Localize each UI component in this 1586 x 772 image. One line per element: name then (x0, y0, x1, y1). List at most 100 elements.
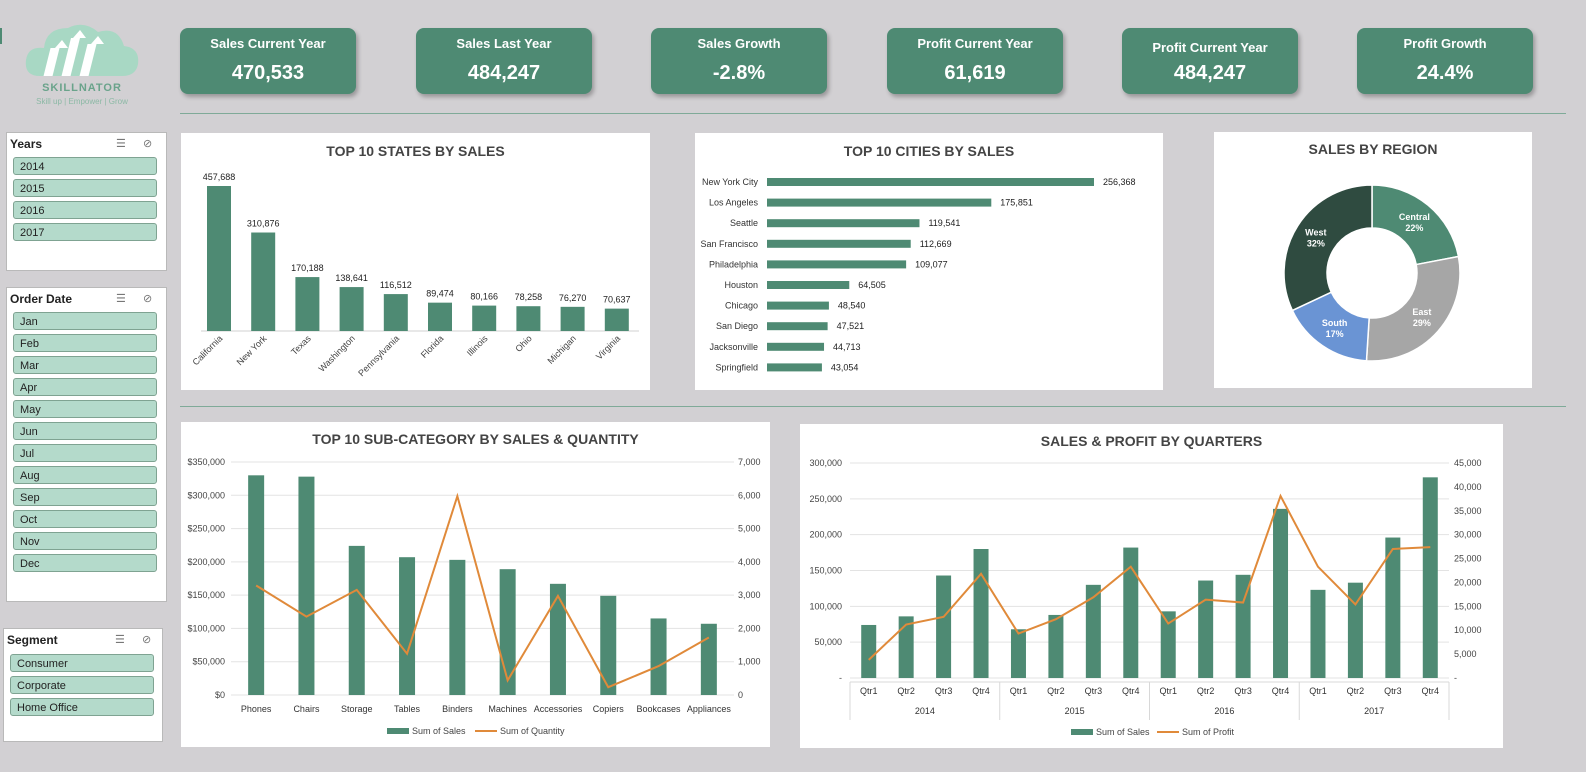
sales-bar (1048, 614, 1064, 678)
data-label: 47,521 (837, 321, 865, 331)
sales-bar (449, 559, 466, 695)
cloud-logo-icon (25, 24, 139, 76)
slicer-item-may[interactable]: May (13, 400, 157, 418)
slicer-item-nov[interactable]: Nov (13, 532, 157, 550)
slicer-item-jul[interactable]: Jul (13, 444, 157, 462)
kpi-label: Profit Current Year (1152, 40, 1268, 55)
legend-label: Sum of Quantity (500, 726, 565, 736)
x-tick-label: Qtr3 (1234, 686, 1252, 696)
x-tick-label: Tables (394, 704, 421, 714)
y-tick-label: 100,000 (809, 601, 842, 611)
logo-tagline: Skill up | Empower | Grow (36, 97, 128, 106)
slicer-title: Order Date (10, 292, 73, 306)
clear-filter-icon[interactable]: ⊘ (143, 292, 152, 305)
city-bar (767, 281, 850, 289)
tick-label: Jacksonville (709, 342, 758, 352)
divider (180, 113, 1566, 114)
slicer-item-jan[interactable]: Jan (13, 312, 157, 330)
x-tick-label: Qtr4 (972, 686, 990, 696)
x-tick-label: Bookcases (637, 704, 682, 714)
slicer-item-corporate[interactable]: Corporate (10, 676, 154, 694)
sales-bar (1310, 589, 1326, 678)
sales-bar (348, 545, 365, 695)
y2-tick-label: 3,000 (738, 590, 761, 600)
tick-label: Chicago (725, 301, 758, 311)
slicer-item-jun[interactable]: Jun (13, 422, 157, 440)
data-label: 80,166 (470, 292, 498, 302)
y-tick-label: $350,000 (187, 457, 225, 467)
sales-bar (1085, 584, 1101, 678)
city-bar (767, 260, 907, 269)
slice-name-label: Central (1399, 212, 1430, 222)
sales-bar (298, 476, 315, 695)
slicer-item-2014[interactable]: 2014 (13, 157, 157, 175)
kpi-profit-growth: Profit Growth 24.4% (1357, 28, 1533, 94)
data-label: 70,637 (603, 295, 631, 305)
group-label: 2017 (1364, 706, 1384, 716)
states-chart: 457,688 California 310,876 New York 170,188 T… (190, 172, 639, 378)
data-label: 116,512 (380, 280, 412, 290)
slicer-item-2016[interactable]: 2016 (13, 201, 157, 219)
slicer-item-dec[interactable]: Dec (13, 554, 157, 572)
y-tick-label: 300,000 (809, 458, 842, 468)
y-tick-label: $250,000 (187, 524, 225, 534)
slicer-item-home-office[interactable]: Home Office (10, 698, 154, 716)
kpi-sales-last-year: Sales Last Year 484,247 (416, 28, 592, 94)
quarters-chart: - 50,000 100,000 150,000 200,000 250,000 300,0… (809, 458, 1482, 737)
sales-bar (499, 569, 516, 695)
x-tick-label: Chairs (293, 704, 320, 714)
legend-label: Sum of Sales (1096, 727, 1150, 737)
y2-tick-label: 0 (738, 690, 743, 700)
tick-label: Los Angeles (709, 198, 759, 208)
sales-bar (1385, 537, 1401, 678)
legend-swatch-sales (1071, 729, 1093, 735)
slice-value-label: 29% (1413, 318, 1431, 328)
multi-select-icon[interactable]: ☰ (115, 633, 125, 646)
x-tick-label: Qtr1 (1010, 686, 1028, 696)
tick-label: Pennsylvania (356, 333, 401, 378)
y-tick-label: - (839, 673, 842, 683)
slicer-item-sep[interactable]: Sep (13, 488, 157, 506)
city-bar (767, 219, 920, 228)
x-tick-label: Qtr1 (1309, 686, 1327, 696)
x-tick-label: Qtr4 (1122, 686, 1140, 696)
tick-label: San Francisco (700, 239, 758, 249)
kpi-profit-current-year-2: Profit Current Year 484,247 (1122, 28, 1298, 94)
region-slice (1283, 184, 1373, 312)
slicer-item-oct[interactable]: Oct (13, 510, 157, 528)
slicer-item-mar[interactable]: Mar (13, 356, 157, 374)
y-tick-label: $150,000 (187, 590, 225, 600)
profit-line (868, 493, 1431, 661)
x-tick-label: Qtr3 (935, 686, 953, 696)
x-tick-label: Qtr4 (1422, 686, 1440, 696)
kpi-value: 24.4% (1416, 62, 1474, 84)
x-tick-label: Qtr2 (1047, 686, 1065, 696)
slicer-item-apr[interactable]: Apr (13, 378, 157, 396)
x-tick-label: Qtr1 (1159, 686, 1177, 696)
state-bar (339, 287, 364, 331)
tick-label: Texas (289, 333, 313, 357)
state-bar (516, 306, 541, 331)
panel-quarters: SALES & PROFIT BY QUARTERS -50,000 100,00… (800, 424, 1503, 748)
clear-filter-icon[interactable]: ⊘ (142, 633, 151, 646)
sales-bar (650, 618, 667, 695)
city-bar (767, 178, 1094, 186)
multi-select-icon[interactable]: ☰ (116, 137, 126, 150)
tick-label: New York (235, 333, 269, 367)
panel-top-cities: TOP 10 CITIES BY SALES New York City 256,… (695, 133, 1163, 390)
slicer-item-consumer[interactable]: Consumer (10, 654, 154, 672)
multi-select-icon[interactable]: ☰ (116, 292, 126, 305)
group-label: 2014 (915, 706, 935, 716)
slicer-item-2015[interactable]: 2015 (13, 179, 157, 197)
tick-label: Virginia (594, 333, 622, 361)
slicer-item-feb[interactable]: Feb (13, 334, 157, 352)
tick-label: New York City (702, 177, 759, 187)
slicer-item-aug[interactable]: Aug (13, 466, 157, 484)
slicer-item-2017[interactable]: 2017 (13, 223, 157, 241)
sales-bar (861, 624, 877, 678)
panel-sales-by-region: SALES BY REGION Central 22% East 29% South 17… (1214, 132, 1532, 388)
y2-tick-label: 15,000 (1454, 601, 1482, 611)
x-tick-label: Qtr1 (860, 686, 878, 696)
data-label: 170,188 (291, 263, 324, 273)
clear-filter-icon[interactable]: ⊘ (143, 137, 152, 150)
